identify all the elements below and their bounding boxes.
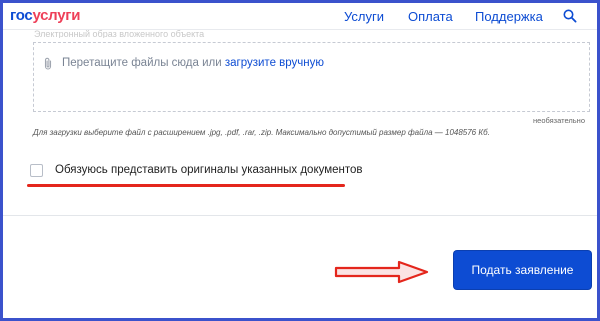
- gosuslugi-logo[interactable]: госуслуги: [10, 7, 80, 24]
- top-navigation-bar: госуслуги Услуги Оплата Поддержка: [3, 3, 597, 30]
- drop-text: Перетащите файлы сюда или: [62, 57, 225, 69]
- commitment-checkbox[interactable]: [30, 164, 43, 177]
- nav-support-link[interactable]: Поддержка: [475, 9, 543, 24]
- section-divider: [3, 215, 597, 216]
- commitment-label[interactable]: Обязуюсь представить оригиналы указанных…: [55, 164, 363, 176]
- nav-payment-link[interactable]: Оплата: [408, 9, 453, 24]
- logo-part-uslugi: услуги: [32, 7, 81, 24]
- paperclip-icon: [44, 57, 52, 70]
- red-arrow-annotation: [334, 260, 429, 284]
- submit-application-button[interactable]: Подать заявление: [454, 251, 591, 289]
- upload-manually-link[interactable]: загрузите вручную: [225, 57, 324, 69]
- upload-field-label: Электронный образ вложенного объекта: [34, 29, 205, 38]
- logo-part-gos: гос: [10, 7, 33, 24]
- search-icon[interactable]: [563, 9, 577, 23]
- drop-instructions: Перетащите файлы сюда или загрузите вруч…: [62, 57, 324, 69]
- nav-services-link[interactable]: Услуги: [344, 9, 384, 24]
- red-underline-annotation: [27, 184, 345, 187]
- upload-hint: Для загрузки выберите файл с расширением…: [33, 128, 490, 137]
- file-drop-zone[interactable]: [33, 42, 590, 112]
- optional-note: необязательно: [533, 116, 585, 125]
